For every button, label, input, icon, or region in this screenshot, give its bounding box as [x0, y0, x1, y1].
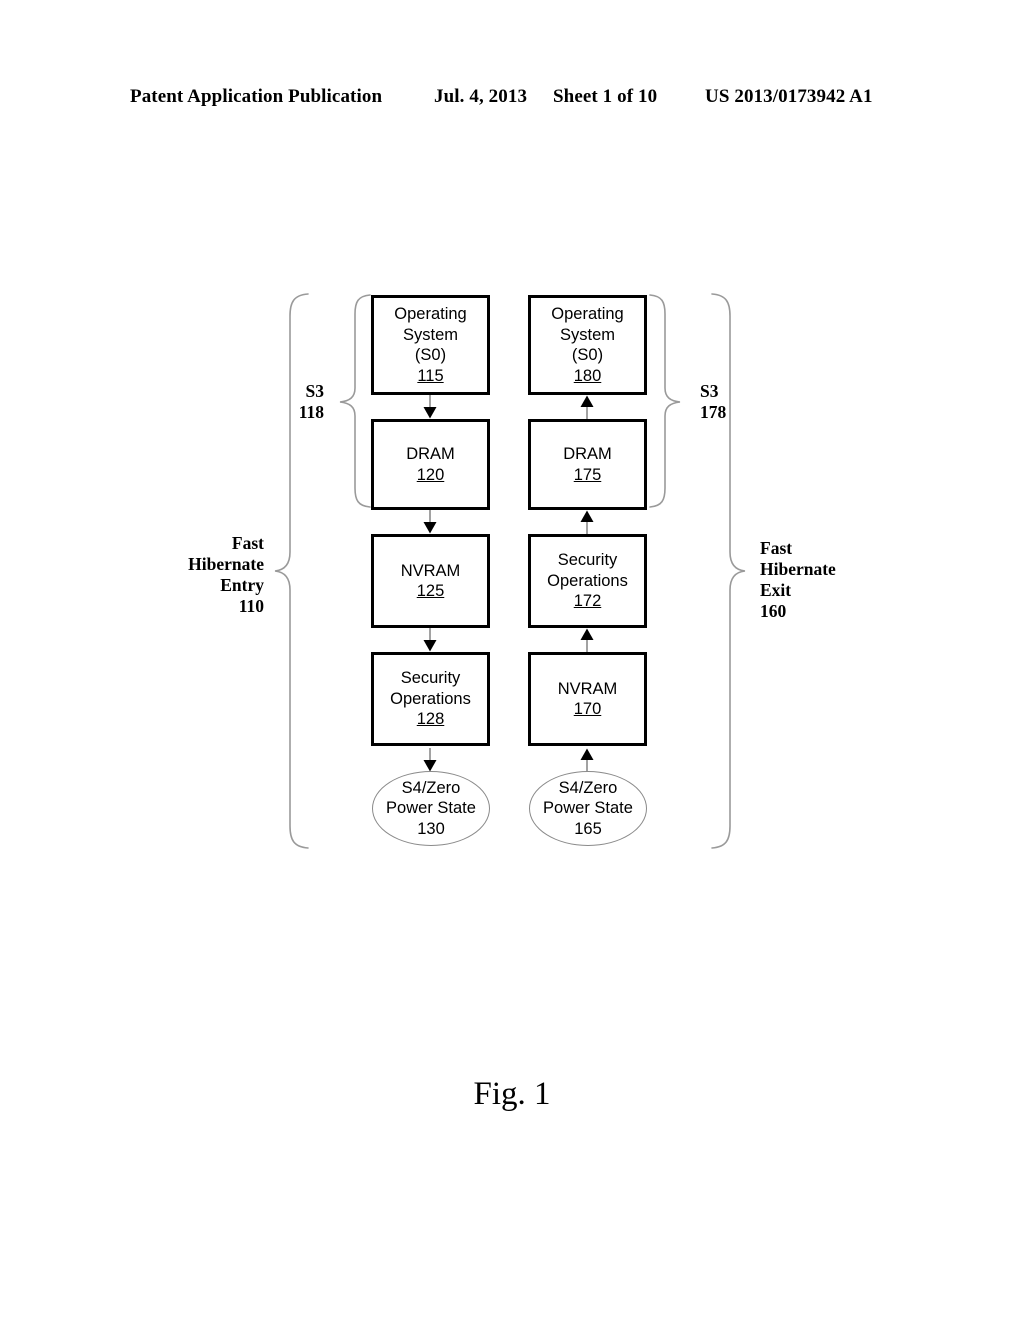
node-s4-zero-power-state-130: S4/Zero Power State 130 — [372, 771, 490, 846]
node-reference-number: 175 — [573, 465, 602, 484]
connector-arrow-dram-to-nvram-left — [418, 510, 442, 534]
node-label-line1: DRAM — [406, 445, 455, 463]
connector-arrow-s4-to-nvram-right — [575, 748, 599, 772]
node-s4-zero-power-state-165: S4/Zero Power State 165 — [529, 771, 647, 846]
node-security-operations-172: Security Operations 172 — [528, 534, 647, 628]
node-reference-number: 128 — [416, 710, 445, 729]
figure-1-diagram: S3 118 Fast Hibernate Entry 110 S3 178 F… — [0, 0, 1024, 1320]
node-security-operations-128: Security Operations 128 — [371, 652, 490, 746]
node-label-line1: Security — [400, 669, 461, 688]
node-reference-number: 130 — [417, 819, 445, 838]
node-label-line2: Operations — [547, 571, 628, 590]
node-reference-number: 120 — [416, 465, 445, 484]
node-label-line3: (S0) — [414, 346, 447, 364]
connector-arrow-nvram-to-security-right — [575, 628, 599, 652]
brace-label-fast-hibernate-entry-110: Fast Hibernate Entry 110 — [188, 533, 264, 616]
node-label-line2: Power State — [543, 799, 633, 818]
node-label-line1: NVRAM — [557, 679, 618, 698]
brace-left-inner-s3 — [336, 292, 374, 510]
node-reference-number: 165 — [574, 819, 602, 838]
node-label-line2: System — [402, 325, 458, 344]
connector-arrow-security-to-s4-left — [418, 748, 442, 772]
node-label-line1: Operating — [551, 305, 624, 323]
node-label-line2: Operations — [390, 689, 471, 708]
connector-arrow-dram-to-os-right — [575, 395, 599, 419]
figure-caption: Fig. 1 — [473, 1076, 551, 1112]
node-reference-number: 180 — [573, 366, 602, 385]
brace-right-outer-fast-hibernate-exit — [708, 290, 748, 852]
brace-label-s3-178: S3 178 — [700, 381, 727, 422]
node-dram-120: DRAM 120 — [371, 419, 490, 510]
connector-arrow-security-to-dram-right — [575, 510, 599, 534]
node-label-line2: Power State — [386, 799, 476, 818]
brace-right-inner-s3 — [646, 292, 684, 510]
node-nvram-125: NVRAM 125 — [371, 534, 490, 628]
node-operating-system-180: Operating System (S0) 180 — [528, 295, 647, 395]
node-reference-number: 125 — [416, 582, 445, 600]
node-label-line1: NVRAM — [400, 561, 461, 580]
node-label-line1: DRAM — [563, 445, 612, 463]
connector-arrow-nvram-to-security-left — [418, 628, 442, 652]
node-operating-system-115: Operating System (S0) 115 — [371, 295, 490, 395]
node-label-line1: Security — [557, 551, 618, 570]
node-label-line2: System — [559, 325, 615, 344]
brace-left-outer-fast-hibernate-entry — [272, 290, 312, 852]
node-reference-number: 170 — [573, 700, 602, 718]
brace-label-fast-hibernate-exit-160: Fast Hibernate Exit 160 — [760, 538, 836, 621]
node-nvram-170: NVRAM 170 — [528, 652, 647, 746]
node-dram-175: DRAM 175 — [528, 419, 647, 510]
node-reference-number: 115 — [417, 366, 444, 385]
brace-label-s3-118: S3 118 — [298, 381, 324, 422]
node-label-line3: (S0) — [571, 346, 604, 364]
node-label-line1: S4/Zero — [401, 778, 461, 797]
node-label-line1: Operating — [394, 305, 467, 323]
node-label-line1: S4/Zero — [558, 778, 618, 797]
node-reference-number: 172 — [573, 592, 602, 611]
connector-arrow-os-to-dram-left — [418, 395, 442, 419]
